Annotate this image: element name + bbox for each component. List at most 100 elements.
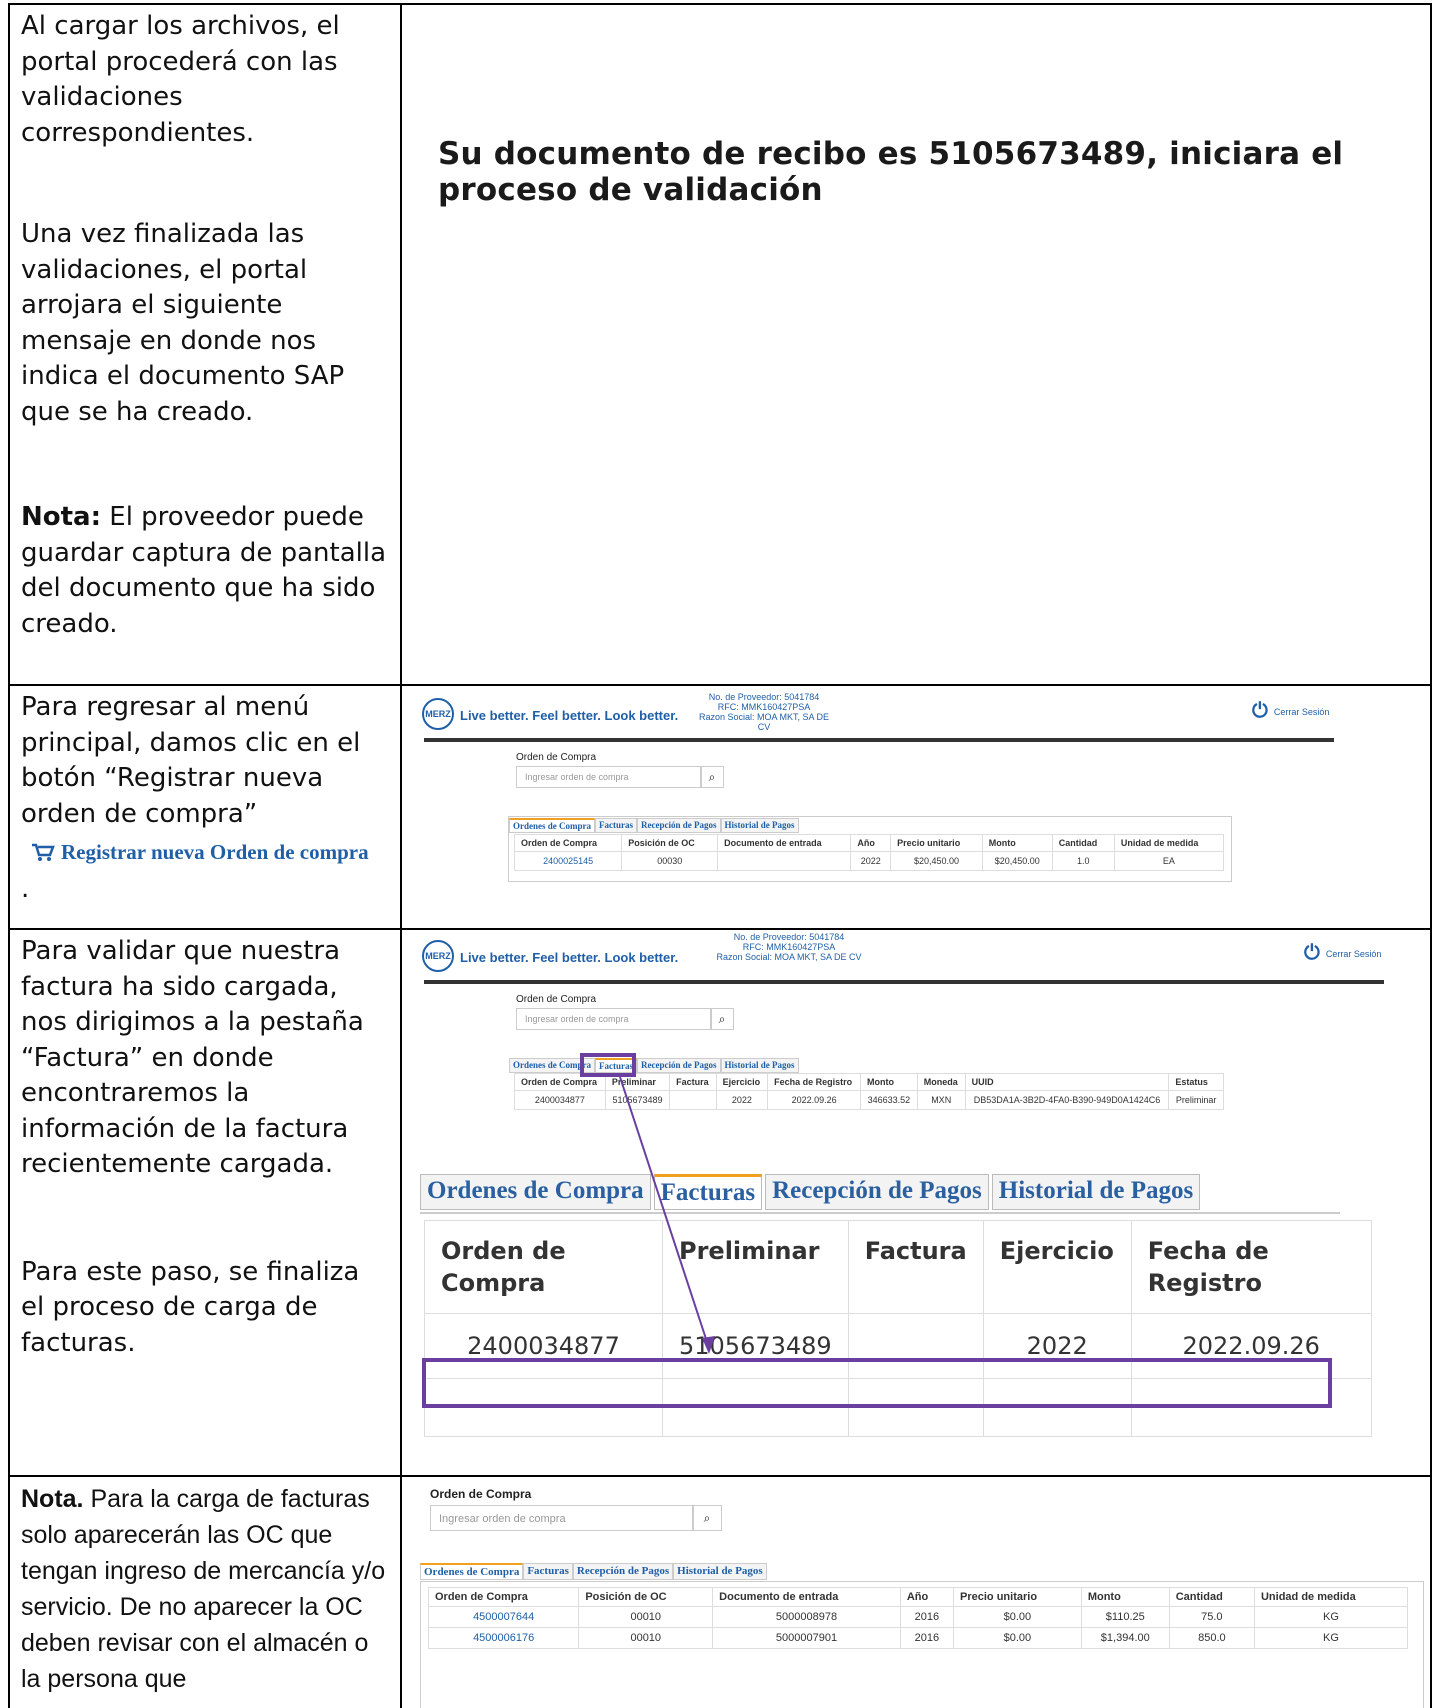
row-validation-message: Al cargar los archivos, el portal proced… [8,3,1432,684]
search-icon: ⌕ [703,1510,711,1525]
table-cell: $110.25 [1080,1606,1170,1628]
header-divider [424,738,1334,742]
row-check-invoice: Para validar que nuestra factura ha sido… [8,928,1432,1475]
note-screenshot: Nota: El proveedor puede guardar captura… [21,500,390,642]
note-label: Nota: [21,502,101,532]
col-header: Orden de Compra [427,1587,580,1607]
table-cell: 850.0 [1168,1627,1255,1649]
tab-historial[interactable]: Historial de Pagos [720,818,799,833]
tab-facturas[interactable]: Facturas [595,818,637,833]
oc-table: Orden de Compra Posición de OC Documento… [513,834,1225,871]
table-cell: 2016 [899,1606,955,1628]
table-cell: 00010 [578,1627,714,1649]
col-header: Posición de OC [578,1587,714,1607]
arrow-icon [619,1076,715,1354]
table-cell: $0.00 [953,1627,1082,1649]
table-cell: 2016 [899,1627,955,1649]
instructions-cell: Nota. Para la carga de facturas solo apa… [10,1477,402,1708]
col-header: Monto [1080,1587,1170,1607]
paragraph-validation-done: Una vez finalizada las validaciones, el … [21,219,345,427]
table-cell [717,851,852,871]
provider-number: No. de Proveedor: 5041784 [708,692,820,702]
note-label: Nota. [21,1485,84,1513]
instructions-cell: Para regresar al menú principal, damos c… [10,686,402,928]
tab-recepcion[interactable]: Recepción de Pagos [572,1563,674,1580]
table-row: 4500007644 00010 5000008978 2016 $0.00 $… [427,1606,1409,1628]
table-cell: 2022 [850,851,892,871]
tab-bar: Ordenes de Compra Facturas Recepción de … [509,818,799,833]
oc-number-link[interactable]: 2400025145 [513,851,623,871]
tab-facturas[interactable]: Facturas [523,1563,573,1580]
paragraph-upload: Al cargar los archivos, el portal proced… [21,11,340,148]
tab-ordenes[interactable]: Ordenes de Compra [420,1563,524,1580]
document-table: Al cargar los archivos, el portal proced… [8,3,1432,1708]
table-cell: $1,394.00 [1080,1627,1170,1649]
table-cell: 5000008978 [712,1606,901,1628]
table-cell: 5000007901 [712,1627,901,1649]
receipt-message-line2: proceso de validación [438,172,823,208]
table-header-row: Orden de Compra Posición de OC Documento… [427,1587,1409,1607]
register-new-order-link[interactable]: Registrar nueva Orden de compra [31,840,369,865]
table-cell: $20,450.00 [981,851,1053,871]
search-input[interactable]: Ingresar orden de compra [430,1505,694,1531]
instructions-cell: Al cargar los archivos, el portal proced… [10,5,402,684]
col-header: Posición de OC [621,834,719,852]
table-header-row: Orden de Compra Posición de OC Documento… [513,834,1225,852]
paragraph-finish: Para este paso, se finaliza el proceso d… [21,1256,360,1358]
col-header: Documento de entrada [717,834,852,852]
col-header: Unidad de medida [1253,1587,1409,1607]
table-row: 4500006176 00010 5000007901 2016 $0.00 $… [427,1627,1409,1649]
register-link-wrap: Registrar nueva Orden de compra [21,840,390,868]
table-cell: $20,450.00 [890,851,983,871]
trailing-dot: . [21,873,30,904]
row-return-menu: Para regresar al menú principal, damos c… [8,684,1432,928]
search-icon: ⌕ [708,769,716,784]
col-header: Cantidad [1168,1587,1255,1607]
col-header: Precio unitario [953,1587,1082,1607]
col-header: Unidad de medida [1113,834,1225,852]
table-cell: 1.0 [1051,851,1115,871]
table-cell: $0.00 [953,1606,1082,1628]
oc-label: Orden de Compra [516,752,597,763]
logout-button[interactable]: ⏻ Cerrar Sesión [1252,700,1329,723]
provider-razon: Razon Social: MOA MKT, SA DE CV [698,712,830,732]
col-header: Precio unitario [890,834,983,852]
search-button[interactable]: ⌕ [700,766,724,788]
search-input[interactable]: Ingresar orden de compra [516,766,702,788]
paragraph-return: Para regresar al menú principal, damos c… [21,692,361,829]
oc-list-table: Orden de Compra Posición de OC Documento… [427,1587,1409,1649]
table-cell: EA [1113,851,1225,871]
table-cell: KG [1253,1627,1409,1649]
search-button[interactable]: ⌕ [692,1505,722,1531]
power-icon: ⏻ [1252,700,1268,722]
screenshot-cell: MERZ Live better. Feel better. Look bett… [404,930,1430,1475]
provider-info: No. de Proveedor: 5041784 RFC: MMK160427… [694,692,834,732]
table-cell: KG [1253,1606,1409,1628]
note-oc: Nota. Para la carga de facturas solo apa… [21,1481,390,1697]
screenshot-cell: MERZ Live better. Feel better. Look bett… [404,686,1430,928]
tab-bar: Ordenes de Compra Facturas Recepción de … [420,1563,767,1580]
table-cell: 00030 [621,851,719,871]
app-tagline: Live better. Feel better. Look better. [460,708,679,723]
receipt-message: Su documento de recibo es 5105673489, in… [438,136,1343,208]
col-header: Año [899,1587,955,1607]
row-note-oc: Nota. Para la carga de facturas solo apa… [8,1475,1432,1708]
table-row: 2400025145 00030 2022 $20,450.00 $20,450… [513,851,1225,871]
oc-number-link[interactable]: 4500006176 [427,1627,580,1649]
tab-historial[interactable]: Historial de Pagos [673,1563,767,1580]
tab-ordenes[interactable]: Ordenes de Compra [509,818,595,833]
table-cell: 75.0 [1168,1606,1255,1628]
paragraph-check-invoice: Para validar que nuestra factura ha sido… [21,936,364,1179]
logout-label: Cerrar Sesión [1273,706,1330,717]
col-header: Monto [981,834,1053,852]
col-header: Orden de Compra [513,834,623,852]
col-header: Documento de entrada [712,1587,901,1607]
merz-logo: MERZ [422,698,454,730]
app-screenshot-oc: MERZ Live better. Feel better. Look bett… [404,686,1430,926]
table-cell: 00010 [578,1606,714,1628]
col-header: Cantidad [1051,834,1115,852]
receipt-message-line1: Su documento de recibo es 5105673489, in… [438,136,1344,172]
tab-recepcion[interactable]: Recepción de Pagos [637,818,721,833]
note-text: Para la carga de facturas solo aparecerá… [21,1485,386,1693]
oc-number-link[interactable]: 4500007644 [427,1606,580,1628]
